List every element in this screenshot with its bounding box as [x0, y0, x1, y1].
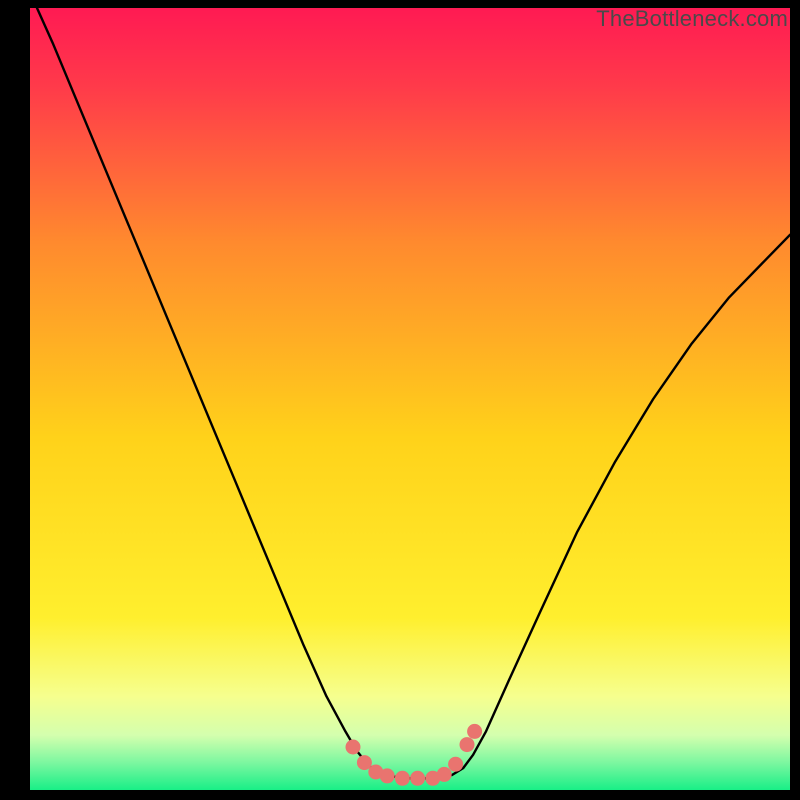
watermark-label: TheBottleneck.com [596, 6, 788, 32]
marker-dot [448, 757, 463, 772]
marker-dot [346, 740, 361, 755]
marker-dot [467, 724, 482, 739]
marker-dot [380, 768, 395, 783]
marker-dot [410, 771, 425, 786]
marker-dot [460, 737, 475, 752]
marker-dot [437, 767, 452, 782]
chart-frame: TheBottleneck.com [0, 0, 800, 800]
bottleneck-chart [30, 8, 790, 790]
marker-dot [395, 771, 410, 786]
gradient-background [30, 8, 790, 790]
